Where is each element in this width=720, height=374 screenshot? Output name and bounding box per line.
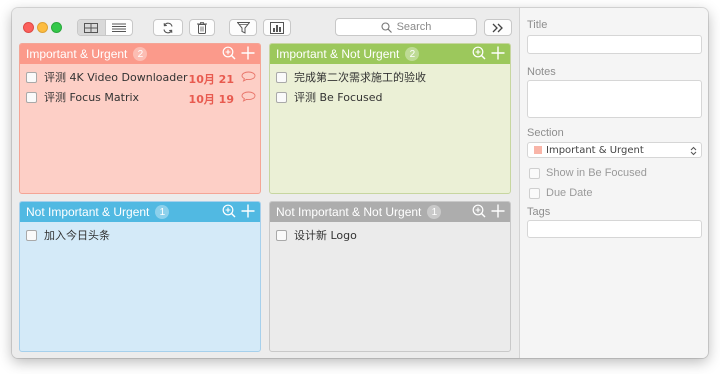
task-item[interactable]: 评测 Focus Matrix 10月 19 (26, 87, 260, 107)
task-item[interactable]: 设计新 Logo (276, 225, 510, 245)
task-title: 完成第二次需求施工的验收 (294, 71, 426, 84)
task-title: 设计新 Logo (294, 229, 357, 242)
inspector-panel: Title Notes Section Important & Urgent S… (519, 8, 708, 358)
search-field[interactable]: Search (335, 18, 477, 36)
task-title: 评测 4K Video Downloader (44, 71, 188, 84)
checkbox-box[interactable] (529, 167, 540, 179)
task-item[interactable]: 加入今日头条 (26, 225, 260, 245)
expand-icon (492, 23, 503, 32)
task-checkbox[interactable] (26, 91, 37, 103)
grid-view-button[interactable] (78, 20, 106, 35)
sync-button[interactable] (153, 19, 183, 36)
statistics-button[interactable] (263, 19, 291, 36)
task-item[interactable]: 评测 4K Video Downloader 10月 21 (26, 67, 260, 87)
quadrant-header: Not Important & Not Urgent 1 (270, 202, 510, 222)
note-bubble-icon (241, 91, 256, 102)
list-view-button[interactable] (106, 20, 133, 35)
zoom-in-icon[interactable] (222, 46, 236, 60)
show-in-be-focused-label: Show in Be Focused (546, 167, 647, 179)
notes-field[interactable] (527, 80, 702, 118)
quadrant-title: Important & Urgent (26, 47, 128, 61)
quadrant-title: Important & Not Urgent (276, 47, 400, 61)
sync-icon (163, 22, 173, 33)
quadrant-count-badge: 2 (405, 47, 420, 61)
add-icon[interactable] (241, 46, 255, 60)
task-item[interactable]: 完成第二次需求施工的验收 (276, 67, 510, 87)
task-checkbox[interactable] (276, 229, 287, 241)
task-title: 评测 Be Focused (294, 91, 383, 104)
app-window: Search Important & Urgent 2 评测 4K Video … (12, 8, 708, 358)
section-select[interactable]: Important & Urgent (527, 142, 702, 158)
due-date-checkbox[interactable]: Due Date (529, 187, 592, 199)
quadrant-header: Not Important & Urgent 1 (20, 202, 260, 222)
task-checkbox[interactable] (276, 91, 287, 103)
search-placeholder: Search (396, 21, 432, 33)
zoom-in-icon[interactable] (472, 46, 486, 60)
due-date-label: Due Date (546, 187, 593, 199)
main-area: Search Important & Urgent 2 评测 4K Video … (12, 8, 519, 358)
section-label: Section (527, 127, 564, 139)
quadrant-count-badge: 1 (427, 205, 442, 219)
list-view-icon (111, 23, 126, 32)
tags-field[interactable] (527, 220, 702, 238)
task-due-date: 10月 19 (188, 93, 234, 106)
task-title: 加入今日头条 (44, 229, 110, 242)
quadrant-header: Important & Urgent 2 (20, 44, 260, 64)
search-icon (381, 21, 392, 33)
checkbox-box[interactable] (529, 187, 540, 199)
section-color-swatch (534, 146, 542, 154)
add-icon[interactable] (491, 46, 505, 60)
quadrant-title: Not Important & Urgent (26, 205, 150, 219)
quadrant-not-important-not-urgent: Not Important & Not Urgent 1 设计新 Logo (269, 201, 511, 352)
filter-button[interactable] (229, 19, 257, 36)
title-field[interactable] (527, 35, 702, 54)
show-in-be-focused-checkbox[interactable]: Show in Be Focused (529, 167, 647, 179)
tags-label: Tags (527, 206, 551, 218)
stepper-chevron-icon (690, 146, 697, 156)
quadrant-not-important-urgent: Not Important & Urgent 1 加入今日头条 (19, 201, 261, 352)
task-due-date: 10月 21 (188, 73, 234, 86)
zoom-in-icon[interactable] (222, 204, 236, 218)
notes-label: Notes (527, 66, 556, 78)
add-icon[interactable] (491, 204, 505, 218)
grid-view-icon (84, 22, 99, 33)
chart-icon (270, 21, 284, 34)
task-item[interactable]: 评测 Be Focused (276, 87, 510, 107)
zoom-window-button[interactable] (51, 22, 62, 33)
note-bubble-icon (241, 71, 256, 82)
quadrant-important-not-urgent: Important & Not Urgent 2 完成第二次需求施工的验收 评测… (269, 43, 511, 194)
quadrant-title: Not Important & Not Urgent (276, 205, 422, 219)
task-checkbox[interactable] (26, 71, 37, 83)
quadrant-count-badge: 1 (155, 205, 170, 219)
zoom-in-icon[interactable] (472, 204, 486, 218)
toolbar: Search (12, 8, 519, 42)
task-checkbox[interactable] (276, 71, 287, 83)
close-window-button[interactable] (23, 22, 34, 33)
add-icon[interactable] (241, 204, 255, 218)
task-title: 评测 Focus Matrix (44, 91, 140, 104)
minimize-window-button[interactable] (37, 22, 48, 33)
quadrant-header: Important & Not Urgent 2 (270, 44, 510, 64)
toggle-inspector-button[interactable] (484, 19, 512, 36)
quadrant-count-badge: 2 (133, 47, 148, 61)
title-label: Title (527, 19, 548, 31)
delete-button[interactable] (189, 19, 215, 36)
quadrant-important-urgent: Important & Urgent 2 评测 4K Video Downloa… (19, 43, 261, 194)
task-checkbox[interactable] (26, 229, 37, 241)
filter-icon (236, 21, 250, 34)
section-select-value: Important & Urgent (546, 144, 644, 156)
view-mode-segmented-control (77, 19, 133, 36)
trash-icon (197, 21, 207, 34)
